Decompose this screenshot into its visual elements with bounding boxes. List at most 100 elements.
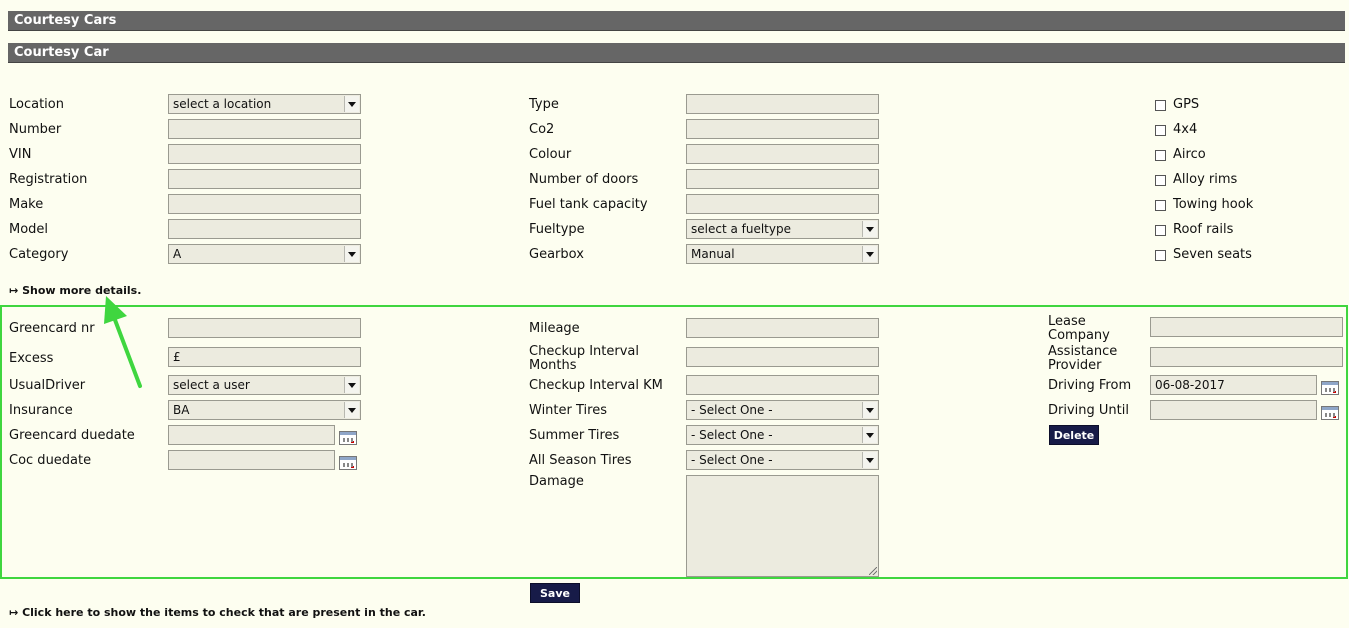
mileage-label: Mileage — [529, 321, 580, 336]
winter-tires-select[interactable]: - Select One - — [686, 400, 879, 420]
show-items-link[interactable]: ↦ Click here to show the items to check … — [9, 606, 426, 619]
co2-input[interactable] — [686, 119, 879, 139]
checkup-km-input[interactable] — [686, 375, 879, 395]
driving-until-input[interactable] — [1150, 400, 1317, 420]
calendar-icon[interactable] — [1321, 406, 1339, 420]
chevron-down-icon — [862, 427, 877, 443]
gearbox-select[interactable]: Manual — [686, 244, 879, 264]
driving-from-input[interactable]: 06-08-2017 — [1150, 375, 1317, 395]
airco-checkbox[interactable] — [1155, 150, 1166, 161]
show-items-text: Click here to show the items to check th… — [22, 606, 426, 619]
insurance-label: Insurance — [9, 403, 73, 418]
4x4-checkbox[interactable] — [1155, 125, 1166, 136]
winter-tires-select-value: - Select One - — [691, 403, 773, 417]
make-label: Make — [9, 197, 44, 212]
alloy-rims-checkbox[interactable] — [1155, 175, 1166, 186]
type-label: Type — [529, 97, 559, 112]
usual-driver-label: UsualDriver — [9, 378, 86, 393]
towing-hook-label: Towing hook — [1173, 197, 1254, 212]
roof-rails-label: Roof rails — [1173, 222, 1234, 237]
doors-input[interactable] — [686, 169, 879, 189]
calendar-icon[interactable] — [339, 456, 357, 470]
registration-input[interactable] — [168, 169, 361, 189]
lease-company-label-line2: Company — [1048, 328, 1110, 343]
coc-duedate-input[interactable] — [168, 450, 335, 470]
damage-textarea[interactable] — [686, 475, 879, 577]
greencard-duedate-input[interactable] — [168, 425, 335, 445]
co2-label: Co2 — [529, 122, 555, 137]
insurance-select[interactable]: BA — [168, 400, 361, 420]
chevron-down-icon — [862, 452, 877, 468]
greencard-duedate-label: Greencard duedate — [9, 428, 135, 443]
damage-label: Damage — [529, 474, 584, 489]
gps-checkbox[interactable] — [1155, 100, 1166, 111]
colour-label: Colour — [529, 147, 572, 162]
chevron-down-icon — [862, 402, 877, 418]
category-select[interactable]: A — [168, 244, 361, 264]
fueltype-select-value: select a fueltype — [691, 222, 791, 236]
seven-seats-checkbox[interactable] — [1155, 250, 1166, 261]
fueltype-select[interactable]: select a fueltype — [686, 219, 879, 239]
roof-rails-checkbox[interactable] — [1155, 225, 1166, 236]
4x4-label: 4x4 — [1173, 122, 1198, 137]
usual-driver-select[interactable]: select a user — [168, 375, 361, 395]
assistance-provider-label-line1: Assistance — [1048, 344, 1118, 359]
all-season-tires-select[interactable]: - Select One - — [686, 450, 879, 470]
model-input[interactable] — [168, 219, 361, 239]
location-select[interactable]: select a location — [168, 94, 361, 114]
model-label: Model — [9, 222, 49, 237]
gearbox-select-value: Manual — [691, 247, 735, 261]
number-input[interactable] — [168, 119, 361, 139]
lease-company-label-line1: Lease — [1048, 314, 1086, 329]
chevron-down-icon — [344, 377, 359, 393]
calendar-icon[interactable] — [339, 431, 357, 445]
chevron-down-icon — [344, 402, 359, 418]
winter-tires-label: Winter Tires — [529, 403, 607, 418]
vin-label: VIN — [9, 147, 32, 162]
assistance-provider-input[interactable] — [1150, 347, 1343, 367]
arrow-right-icon: ↦ — [9, 284, 19, 297]
chevron-down-icon — [344, 246, 359, 262]
all-season-tires-select-value: - Select One - — [691, 453, 773, 467]
insurance-select-value: BA — [173, 403, 190, 417]
number-label: Number — [9, 122, 62, 137]
driving-from-label: Driving From — [1048, 378, 1132, 393]
driving-until-label: Driving Until — [1048, 403, 1129, 418]
colour-input[interactable] — [686, 144, 879, 164]
fuel-tank-input[interactable] — [686, 194, 879, 214]
delete-button[interactable]: Delete — [1049, 425, 1099, 445]
checkup-months-label-line2: Months — [529, 358, 577, 373]
seven-seats-label: Seven seats — [1173, 247, 1252, 262]
checkup-months-label-line1: Checkup Interval — [529, 344, 639, 359]
coc-duedate-label: Coc duedate — [9, 453, 92, 468]
category-select-value: A — [173, 247, 182, 261]
summer-tires-label: Summer Tires — [529, 428, 620, 443]
doors-label: Number of doors — [529, 172, 639, 187]
vin-input[interactable] — [168, 144, 361, 164]
lease-company-input[interactable] — [1150, 317, 1343, 337]
registration-label: Registration — [9, 172, 88, 187]
calendar-icon[interactable] — [1321, 381, 1339, 395]
save-button[interactable]: Save — [530, 583, 580, 603]
resize-grip-icon[interactable] — [869, 567, 877, 575]
mileage-input[interactable] — [686, 318, 879, 338]
checkup-km-label: Checkup Interval KM — [529, 378, 663, 393]
fueltype-label: Fueltype — [529, 222, 585, 237]
gps-label: GPS — [1173, 97, 1200, 112]
excess-input[interactable]: £ — [168, 347, 361, 367]
greencard-nr-label: Greencard nr — [9, 321, 95, 336]
chevron-down-icon — [862, 246, 877, 262]
arrow-right-icon: ↦ — [9, 606, 19, 619]
section-header-courtesy-cars: Courtesy Cars — [8, 11, 1345, 31]
airco-label: Airco — [1173, 147, 1206, 162]
greencard-nr-input[interactable] — [168, 318, 361, 338]
summer-tires-select[interactable]: - Select One - — [686, 425, 879, 445]
checkup-months-input[interactable] — [686, 347, 879, 367]
make-input[interactable] — [168, 194, 361, 214]
assistance-provider-label-line2: Provider — [1048, 358, 1102, 373]
summer-tires-select-value: - Select One - — [691, 428, 773, 442]
towing-hook-checkbox[interactable] — [1155, 200, 1166, 211]
type-input[interactable] — [686, 94, 879, 114]
fuel-tank-label: Fuel tank capacity — [529, 197, 648, 212]
alloy-rims-label: Alloy rims — [1173, 172, 1238, 187]
